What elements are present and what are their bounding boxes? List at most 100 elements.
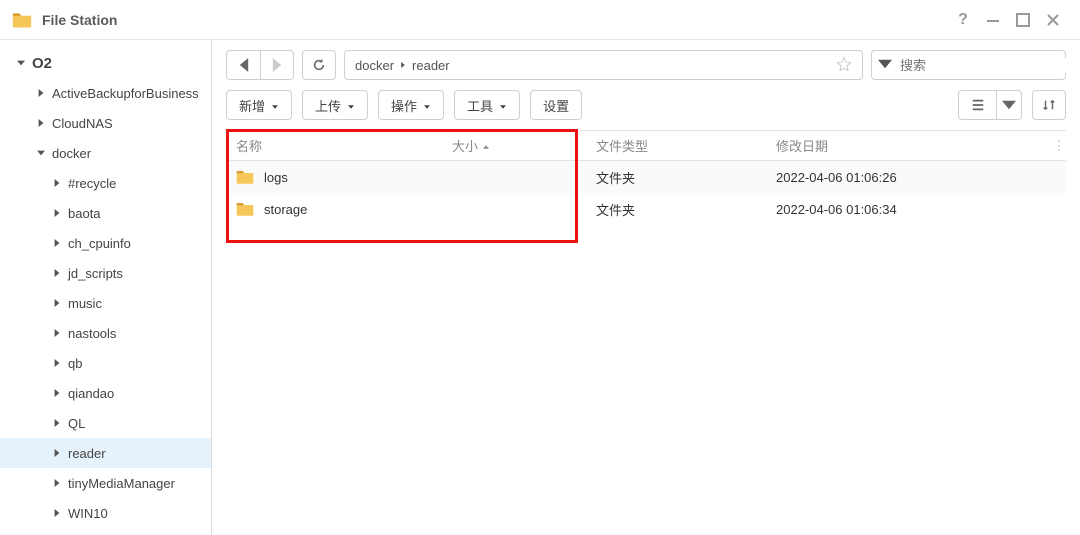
app-folder-icon	[12, 11, 32, 29]
tree-label: ch_cpuinfo	[68, 236, 131, 251]
col-date-header[interactable]: 修改日期	[766, 136, 1042, 155]
view-list-button[interactable]	[958, 90, 996, 120]
sort-button[interactable]	[1032, 90, 1066, 120]
col-size-header[interactable]: 大小	[442, 136, 586, 155]
file-type: 文件夹	[586, 168, 766, 187]
close-button[interactable]	[1038, 5, 1068, 35]
tree-label: qb	[68, 356, 82, 371]
file-modified: 2022-04-06 01:06:34	[766, 202, 1042, 217]
caret-right-icon	[34, 89, 48, 97]
tree-item-music[interactable]: music	[0, 288, 211, 318]
caret-right-icon	[50, 449, 64, 457]
search-box[interactable]	[871, 50, 1066, 80]
file-name: logs	[264, 170, 288, 185]
caret-down-icon	[34, 149, 48, 157]
col-name-header[interactable]: 名称	[226, 136, 442, 155]
chevron-right-icon	[400, 60, 406, 70]
search-input[interactable]	[900, 58, 1076, 73]
tree-root[interactable]: O2	[0, 48, 211, 78]
tree-label: WIN10	[68, 506, 108, 521]
tree-item-tinymediamanager[interactable]: tinyMediaManager	[0, 468, 211, 498]
breadcrumb-part[interactable]: docker	[355, 58, 394, 73]
tree-label: jd_scripts	[68, 266, 123, 281]
tree-item-nastools[interactable]: nastools	[0, 318, 211, 348]
tree-item-win10[interactable]: WIN10	[0, 498, 211, 528]
tree-label: tinyMediaManager	[68, 476, 175, 491]
tree-item-ql[interactable]: QL	[0, 408, 211, 438]
tree-label: QL	[68, 416, 85, 431]
action-button[interactable]: 操作	[378, 90, 444, 120]
tree-label: qiandao	[68, 386, 114, 401]
minimize-button[interactable]	[978, 5, 1008, 35]
settings-button[interactable]: 设置	[530, 90, 582, 120]
nav-back-button[interactable]	[226, 50, 260, 80]
file-modified: 2022-04-06 01:06:26	[766, 170, 1042, 185]
chevron-down-icon	[271, 98, 279, 113]
caret-right-icon	[50, 509, 64, 517]
caret-right-icon	[50, 359, 64, 367]
table-row[interactable]: storage文件夹2022-04-06 01:06:34	[226, 193, 1066, 225]
caret-right-icon	[34, 119, 48, 127]
btn-label: 操作	[391, 96, 417, 115]
tree-label: reader	[68, 446, 106, 461]
nav-history-group	[226, 50, 294, 80]
folder-icon	[236, 169, 254, 185]
col-more-button[interactable]: ⋮	[1042, 138, 1066, 154]
tree-item-baota[interactable]: baota	[0, 198, 211, 228]
tree-item-reader[interactable]: reader	[0, 438, 211, 468]
chevron-down-icon	[499, 98, 507, 113]
sort-asc-icon	[482, 138, 490, 153]
caret-right-icon	[50, 479, 64, 487]
file-name: storage	[264, 202, 307, 217]
view-mode-group	[958, 90, 1022, 120]
caret-right-icon	[50, 419, 64, 427]
table-row[interactable]: logs 文件夹2022-04-06 01:06:26	[226, 161, 1066, 193]
caret-right-icon	[50, 179, 64, 187]
app-title: File Station	[42, 12, 117, 28]
btn-label: 设置	[543, 96, 569, 115]
breadcrumb[interactable]: docker reader	[344, 50, 863, 80]
search-dropdown-icon[interactable]	[878, 57, 892, 74]
help-button[interactable]: ?	[948, 5, 978, 35]
tree-label: CloudNAS	[52, 116, 113, 131]
new-button[interactable]: 新增	[226, 90, 292, 120]
tree-label: music	[68, 296, 102, 311]
tree-item-activebackup[interactable]: ActiveBackupforBusiness	[0, 78, 211, 108]
upload-button[interactable]: 上传	[302, 90, 368, 120]
caret-right-icon	[50, 299, 64, 307]
favorite-star-icon[interactable]	[836, 56, 852, 75]
tree-item-cloudnas[interactable]: CloudNAS	[0, 108, 211, 138]
refresh-button[interactable]	[302, 50, 336, 80]
btn-label: 上传	[315, 96, 341, 115]
main-panel: docker reader 新增 上传 操作 工具 设置	[212, 40, 1080, 535]
nav-forward-button[interactable]	[260, 50, 294, 80]
tree-item-jd_scripts[interactable]: jd_scripts	[0, 258, 211, 288]
folder-tree: O2 ActiveBackupforBusiness CloudNAS dock…	[0, 40, 212, 535]
tree-item-qiandao[interactable]: qiandao	[0, 378, 211, 408]
tools-button[interactable]: 工具	[454, 90, 520, 120]
breadcrumb-part[interactable]: reader	[412, 58, 450, 73]
tree-label: #recycle	[68, 176, 116, 191]
tree-label: nastools	[68, 326, 116, 341]
caret-right-icon	[50, 239, 64, 247]
caret-right-icon	[50, 329, 64, 337]
tree-item-docker[interactable]: docker	[0, 138, 211, 168]
btn-label: 新增	[239, 96, 265, 115]
tree-label: ActiveBackupforBusiness	[52, 86, 199, 101]
caret-right-icon	[50, 209, 64, 217]
tree-item-#recycle[interactable]: #recycle	[0, 168, 211, 198]
col-type-header[interactable]: 文件类型	[586, 136, 766, 155]
caret-right-icon	[50, 389, 64, 397]
folder-icon	[236, 201, 254, 217]
tree-item-ch_cpuinfo[interactable]: ch_cpuinfo	[0, 228, 211, 258]
view-dropdown-button[interactable]	[996, 90, 1022, 120]
tree-item-qb[interactable]: qb	[0, 348, 211, 378]
tree-label: docker	[52, 146, 91, 161]
chevron-down-icon	[347, 98, 355, 113]
btn-label: 工具	[467, 96, 493, 115]
title-bar: File Station ?	[0, 0, 1080, 40]
maximize-button[interactable]	[1008, 5, 1038, 35]
file-table: 名称 大小 文件类型 修改日期 ⋮ logs 文件夹2022-04-06 01:0…	[226, 130, 1066, 535]
table-header: 名称 大小 文件类型 修改日期 ⋮	[226, 131, 1066, 161]
chevron-down-icon	[423, 98, 431, 113]
